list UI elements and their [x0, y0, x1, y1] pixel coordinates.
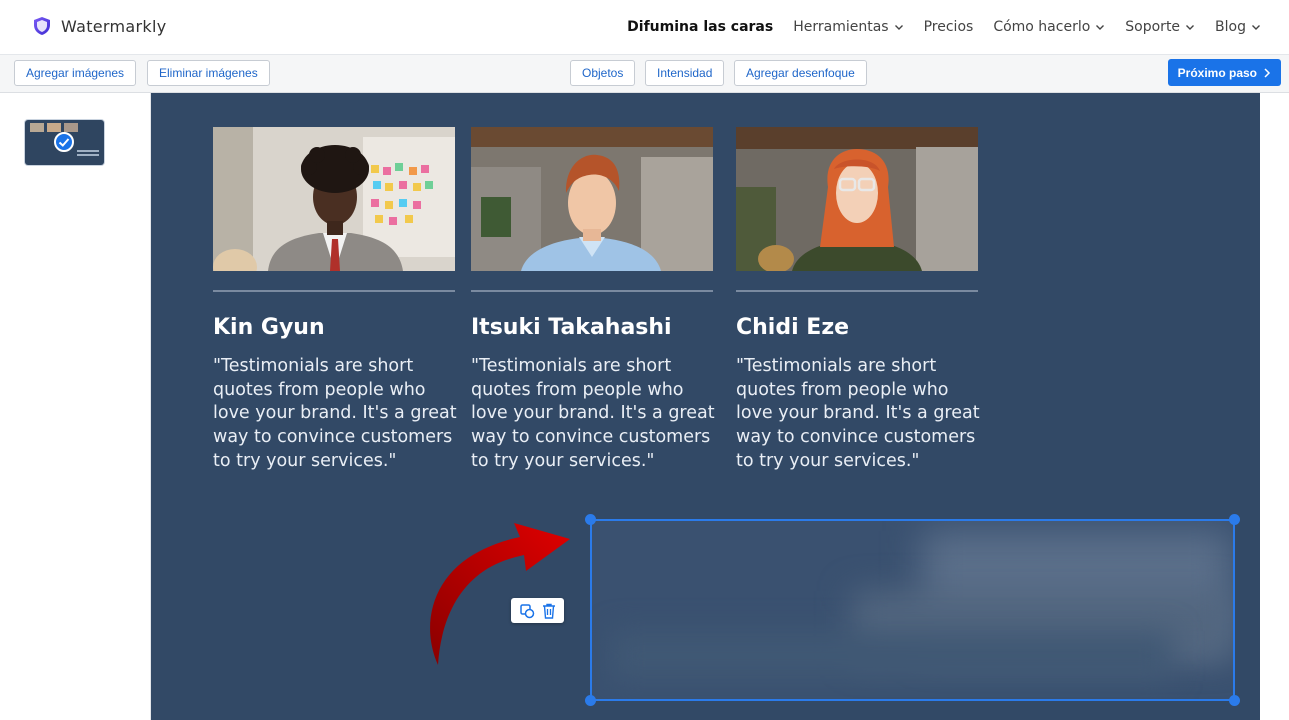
next-step-label: Próximo paso	[1177, 65, 1257, 80]
chevron-right-icon	[1264, 67, 1271, 78]
nav-item-pricing[interactable]: Precios	[924, 19, 974, 35]
thumb-text	[77, 150, 99, 152]
chevron-down-icon	[1252, 25, 1260, 30]
objects-button[interactable]: Objetos	[570, 60, 636, 86]
testimonial-name: Itsuki Takahashi	[471, 315, 672, 340]
nav-item-support[interactable]: Soporte	[1125, 19, 1195, 35]
nav-item-how-to[interactable]: Cómo hacerlo	[993, 19, 1105, 35]
nav-item-label: Blog	[1215, 19, 1246, 35]
testimonial-quote: "Testimonials are short quotes from peop…	[471, 356, 715, 471]
trash-icon[interactable]	[542, 603, 556, 619]
divider-line	[213, 290, 455, 292]
testimonial-photo	[471, 127, 713, 271]
nav-item-label: Soporte	[1125, 19, 1181, 35]
top-navbar: Watermarkly Difumina las caras Herramien…	[0, 0, 1289, 55]
testimonial-name: Kin Gyun	[213, 315, 325, 340]
duplicate-icon[interactable]	[519, 603, 535, 619]
nav-item-label: Precios	[923, 19, 974, 35]
chevron-down-icon	[894, 25, 903, 30]
red-arrow-icon	[430, 523, 570, 665]
nav-item-label: Difumina las caras	[627, 19, 774, 35]
thumb-photo	[64, 123, 78, 132]
brand-name: Watermarkly	[61, 16, 167, 36]
resize-handle-top-left[interactable]	[585, 514, 596, 525]
resize-handle-top-right[interactable]	[1229, 514, 1240, 525]
divider-line	[736, 290, 978, 292]
resize-handle-bottom-left[interactable]	[585, 695, 596, 706]
resize-handle-bottom-right[interactable]	[1229, 695, 1240, 706]
add-images-button[interactable]: Agregar imágenes	[14, 60, 137, 86]
thumb-photo	[47, 123, 61, 132]
checkmark-icon	[54, 132, 74, 152]
chevron-down-icon	[1096, 25, 1105, 30]
thumb-text	[77, 154, 99, 156]
shield-icon	[34, 17, 50, 35]
editor-toolbar: Agregar imágenes Eliminar imágenes Objet…	[0, 55, 1289, 93]
testimonial-quote: "Testimonials are short quotes from peop…	[213, 356, 457, 471]
testimonial-photo	[736, 127, 978, 271]
divider-line	[471, 290, 713, 292]
testimonial-photo	[213, 127, 455, 271]
nav-item-label: Cómo hacerlo	[993, 19, 1091, 35]
image-sidebar	[0, 93, 151, 720]
nav-item-blur-faces[interactable]: Difumina las caras	[627, 19, 773, 35]
selection-tools	[511, 598, 564, 623]
nav-item-label: Herramientas	[793, 19, 889, 35]
canvas-right-gutter	[1260, 93, 1289, 720]
next-step-button[interactable]: Próximo paso	[1167, 59, 1281, 86]
blurred-content	[612, 631, 1172, 681]
nav-item-blog[interactable]: Blog	[1215, 19, 1261, 35]
remove-images-button[interactable]: Eliminar imágenes	[147, 60, 270, 86]
testimonial-name: Chidi Eze	[736, 315, 850, 340]
thumb-photo	[30, 123, 44, 132]
blur-selection-area[interactable]	[590, 519, 1235, 701]
add-blur-button[interactable]: Agregar desenfoque	[734, 60, 867, 86]
intensity-button[interactable]: Intensidad	[645, 60, 725, 86]
image-thumbnail[interactable]	[25, 120, 104, 165]
nav-item-tools[interactable]: Herramientas	[793, 19, 903, 35]
testimonial-quote: "Testimonials are short quotes from peop…	[736, 356, 980, 471]
brand[interactable]: Watermarkly	[33, 16, 166, 36]
chevron-down-icon	[1186, 25, 1195, 30]
main-nav: Difumina las caras Herramientas Precios …	[627, 19, 1261, 35]
